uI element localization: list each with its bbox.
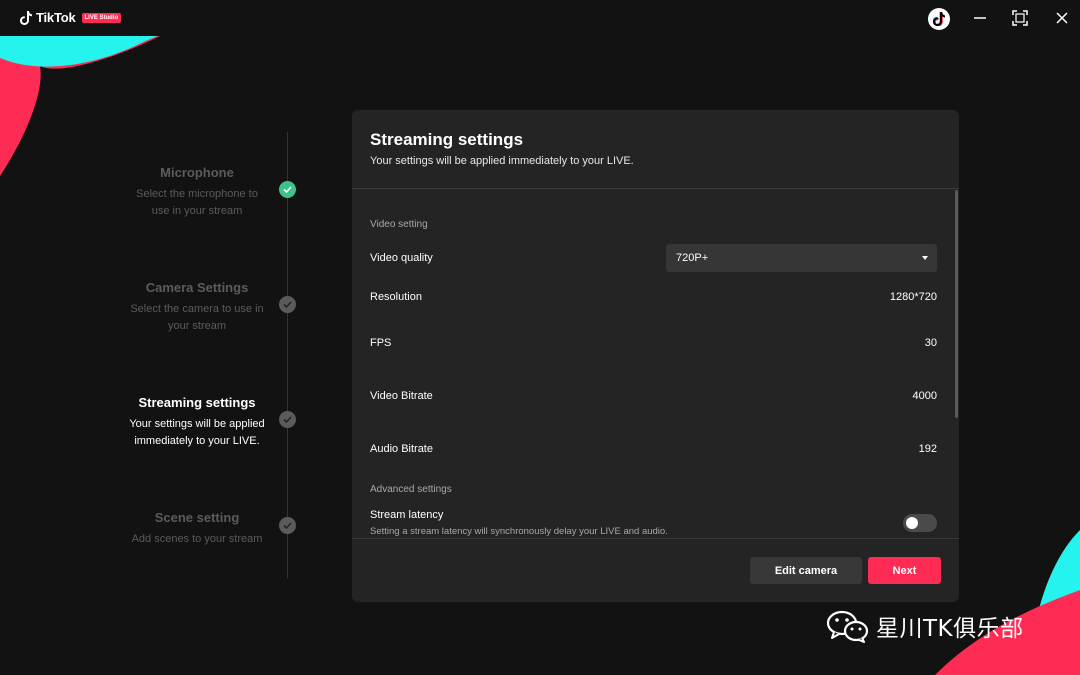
step-title: Streaming settings	[138, 395, 256, 410]
step-title: Scene setting	[154, 510, 240, 525]
step-microphone[interactable]: Microphone Select the microphone to use …	[112, 165, 282, 220]
video-quality-label: Video quality	[370, 252, 433, 264]
stepper-line	[287, 132, 288, 578]
tiktok-live-studio-logo: TikTok LIVE Studio	[20, 10, 122, 25]
minimize-button[interactable]	[962, 0, 998, 36]
streaming-settings-panel: Streaming settings Your settings will be…	[352, 110, 959, 602]
tiktok-note-icon	[20, 10, 32, 25]
caret-down-icon	[922, 256, 928, 260]
title-bar: TikTok LIVE Studio	[0, 0, 1080, 36]
step-description: Your settings will be applied immediatel…	[129, 418, 265, 447]
video-quality-value: 720P+	[676, 252, 709, 264]
toggle-knob	[906, 517, 918, 529]
step-scene-setting[interactable]: Scene setting Add scenes to your stream	[112, 510, 282, 548]
divider	[352, 538, 959, 539]
live-studio-badge: LIVE Studio	[81, 12, 122, 23]
step-streaming-settings[interactable]: Streaming settings Your settings will be…	[112, 395, 282, 450]
panel-subtitle: Your settings will be applied immediatel…	[370, 155, 634, 167]
app-name: TikTok	[36, 10, 76, 25]
video-bitrate-value: 4000	[912, 390, 937, 402]
scrollbar[interactable]	[955, 190, 958, 418]
step-check-icon	[279, 296, 296, 313]
step-description: Select the camera to use in your stream	[130, 303, 264, 332]
video-bitrate-label: Video Bitrate	[370, 390, 433, 402]
fps-label: FPS	[370, 337, 392, 349]
advanced-settings-section-label: Advanced settings	[370, 484, 452, 495]
step-title: Microphone	[160, 165, 234, 180]
audio-bitrate-label: Audio Bitrate	[370, 443, 433, 455]
next-button[interactable]: Next	[868, 557, 941, 584]
step-description: Select the microphone to use in your str…	[136, 188, 258, 217]
step-check-icon	[279, 517, 296, 534]
step-description: Add scenes to your stream	[131, 533, 263, 545]
step-check-icon	[279, 411, 296, 428]
step-complete-check-icon	[279, 181, 296, 198]
resolution-value: 1280*720	[889, 291, 937, 303]
step-camera-settings[interactable]: Camera Settings Select the camera to use…	[112, 280, 282, 335]
fps-value: 30	[924, 337, 937, 349]
watermark: 星川TK俱乐部	[826, 609, 1024, 643]
stream-latency-toggle[interactable]	[903, 514, 937, 532]
minimize-icon	[974, 17, 986, 19]
resolution-label: Resolution	[370, 291, 422, 303]
panel-title: Streaming settings	[370, 130, 524, 149]
video-quality-select[interactable]: 720P+	[666, 244, 937, 272]
maximize-button[interactable]	[1002, 0, 1038, 36]
video-setting-section-label: Video setting	[370, 219, 428, 230]
close-button[interactable]	[1044, 0, 1080, 36]
edit-camera-button[interactable]: Edit camera	[750, 557, 862, 584]
watermark-text: 星川TK俱乐部	[876, 616, 1024, 642]
decor-top-left-shape	[0, 36, 160, 176]
step-title: Camera Settings	[145, 280, 249, 295]
tiktok-avatar-icon[interactable]	[928, 8, 950, 30]
audio-bitrate-value: 192	[918, 443, 937, 455]
stream-latency-description: Setting a stream latency will synchronou…	[370, 526, 668, 537]
close-icon	[1056, 12, 1068, 24]
divider	[352, 188, 959, 189]
wechat-icon	[826, 610, 869, 643]
stream-latency-label: Stream latency	[370, 509, 444, 521]
maximize-icon	[1012, 10, 1028, 26]
